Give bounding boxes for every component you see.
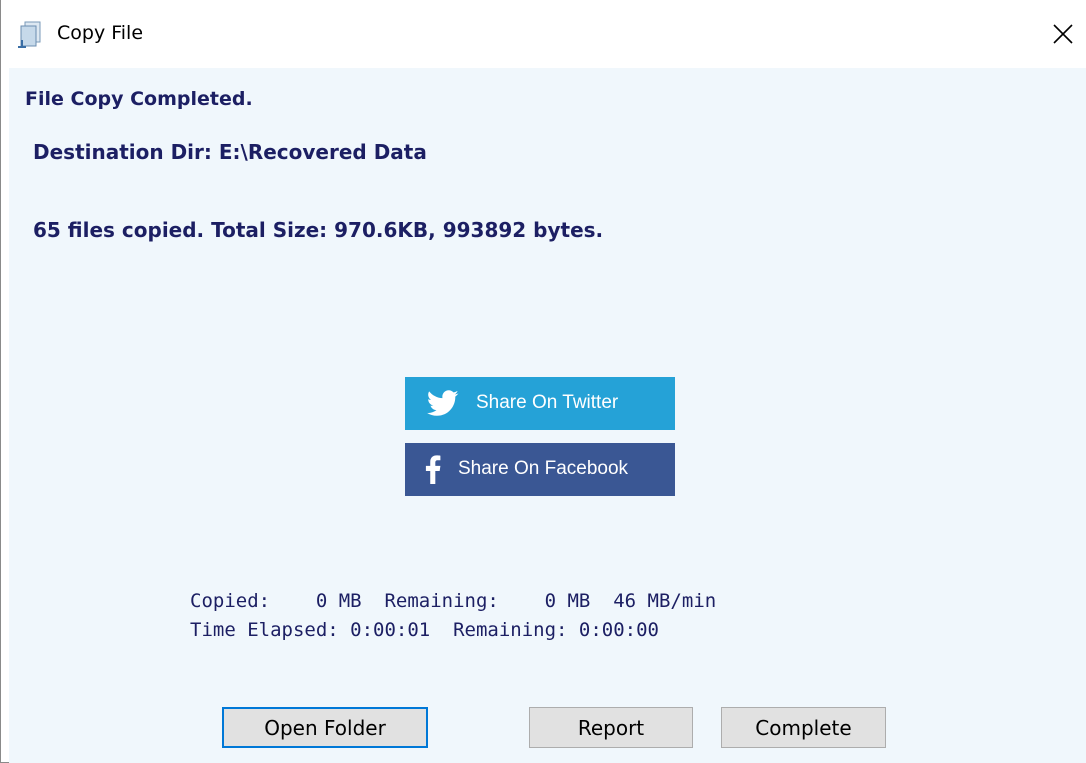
copy-progress-stats: Copied: 0 MB Remaining: 0 MB 46 MB/min xyxy=(190,590,717,612)
dialog-body: File Copy Completed. Destination Dir: E:… xyxy=(9,68,1086,763)
title-bar[interactable]: Copy File xyxy=(1,0,1086,68)
open-folder-button[interactable]: Open Folder xyxy=(222,707,428,748)
facebook-f-icon xyxy=(425,455,441,484)
twitter-bird-icon xyxy=(427,390,459,417)
report-button[interactable]: Report xyxy=(529,707,693,748)
share-twitter-label: Share On Twitter xyxy=(476,392,619,413)
share-facebook-label: Share On Facebook xyxy=(458,458,629,479)
window-title: Copy File xyxy=(57,22,144,44)
copy-file-dialog: Copy File File Copy Completed. Destinati… xyxy=(0,0,1086,763)
copy-file-icon xyxy=(17,21,43,49)
complete-button[interactable]: Complete xyxy=(721,707,886,748)
completion-message: File Copy Completed. xyxy=(25,88,253,110)
destination-dir-label: Destination Dir: E:\Recovered Data xyxy=(33,140,427,164)
copy-summary-label: 65 files copied. Total Size: 970.6KB, 99… xyxy=(33,218,604,242)
time-stats: Time Elapsed: 0:00:01 Remaining: 0:00:00 xyxy=(190,619,659,641)
close-icon[interactable] xyxy=(1049,20,1077,48)
share-twitter-button[interactable]: Share On Twitter xyxy=(405,377,675,430)
share-facebook-button[interactable]: Share On Facebook xyxy=(405,443,675,496)
